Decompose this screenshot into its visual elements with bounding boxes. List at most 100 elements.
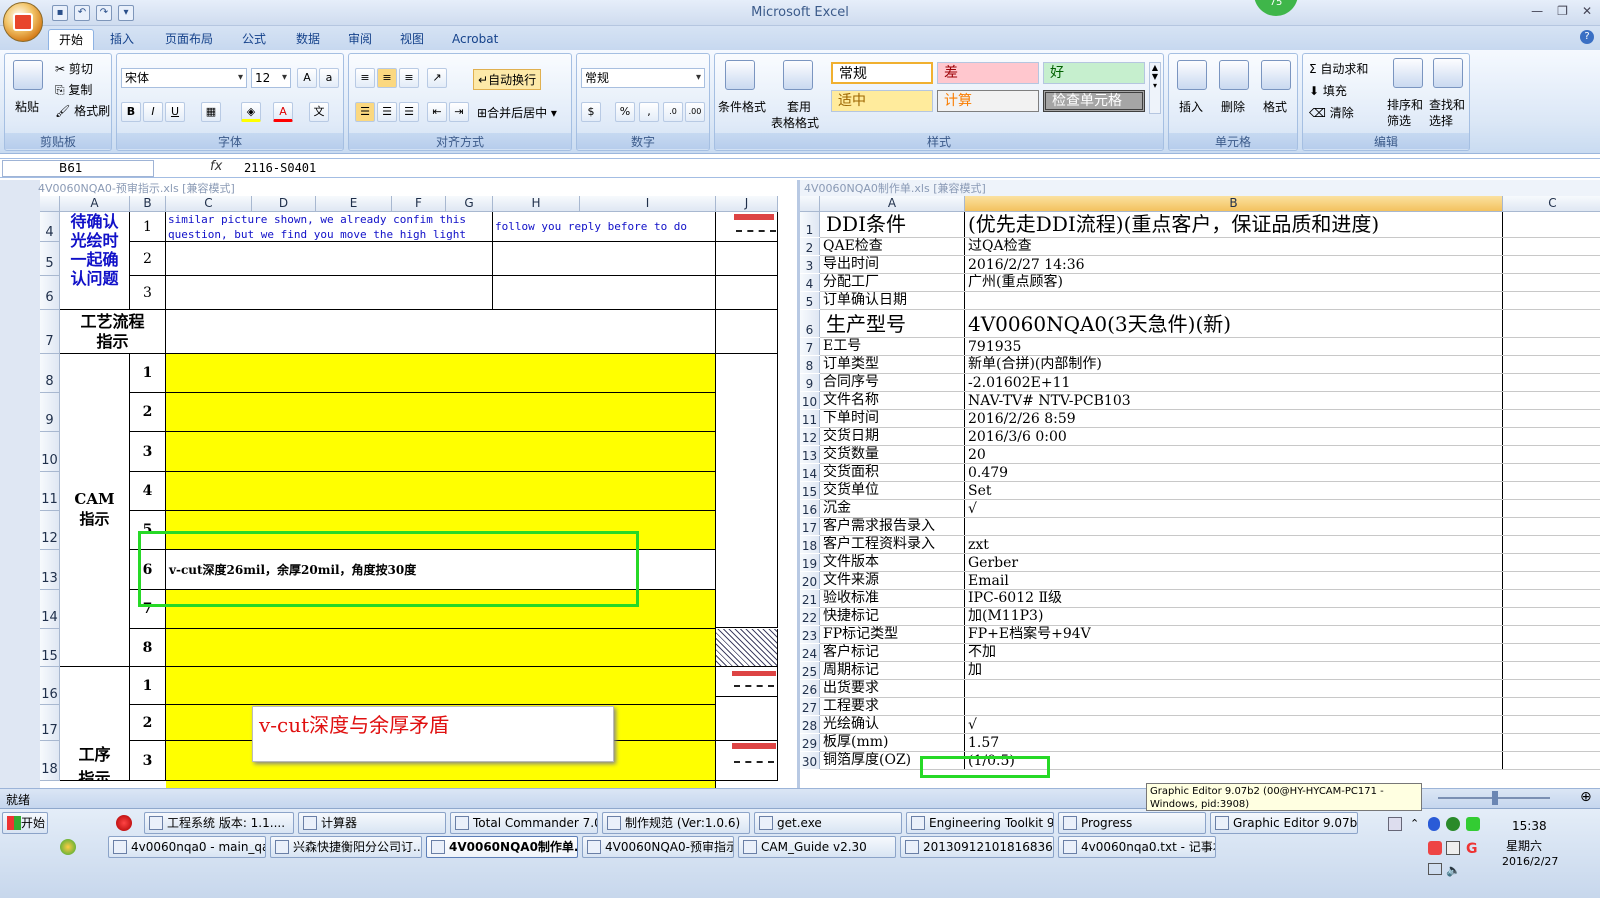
row-header[interactable]: 16 xyxy=(40,667,60,705)
align-top-icon[interactable]: ≡ xyxy=(355,68,375,88)
row-header[interactable]: 17 xyxy=(40,705,60,741)
cell[interactable] xyxy=(1503,410,1600,427)
row-header[interactable]: 22 xyxy=(800,608,820,625)
cell[interactable] xyxy=(1503,292,1600,309)
tab-acrobat[interactable]: Acrobat xyxy=(442,29,508,50)
cell[interactable] xyxy=(1503,608,1600,625)
fill-button[interactable]: ⬇ 填充 xyxy=(1309,82,1347,99)
order-field-value[interactable]: 2016/2/26 8:59 xyxy=(965,410,1503,427)
autosum-button[interactable]: Σ 自动求和 xyxy=(1309,60,1368,77)
cell[interactable] xyxy=(493,242,716,276)
volume-icon[interactable]: 🔈 xyxy=(1446,863,1461,877)
order-field-value[interactable]: 加(M11P3) xyxy=(965,608,1503,625)
style-bad[interactable]: 差 xyxy=(937,62,1039,84)
order-field-value[interactable]: 过QA检查 xyxy=(965,238,1503,255)
cell[interactable] xyxy=(1503,680,1600,697)
row-header[interactable]: 18 xyxy=(800,536,820,553)
tray-expand-icon[interactable]: ⌃ xyxy=(1410,817,1419,830)
increase-indent-icon[interactable]: ⇥ xyxy=(449,102,469,122)
cell[interactable] xyxy=(1503,338,1600,355)
cell[interactable] xyxy=(1503,518,1600,535)
cell[interactable] xyxy=(1503,356,1600,373)
cam-cell[interactable] xyxy=(166,472,716,511)
cell[interactable] xyxy=(1503,310,1600,337)
style-check-cell[interactable]: 检查单元格 xyxy=(1043,90,1145,112)
cell[interactable] xyxy=(1503,536,1600,553)
row-header[interactable]: 27 xyxy=(800,698,820,715)
corner[interactable] xyxy=(800,196,820,212)
delete-cells-icon[interactable] xyxy=(1219,60,1249,90)
order-field-value[interactable]: (优先走DDI流程)(重点客户，保证品质和进度) xyxy=(965,212,1503,237)
number-format-select[interactable]: 常规 xyxy=(581,68,705,88)
bold-button[interactable]: B xyxy=(121,102,141,122)
task-notepad[interactable]: 4v0060nqa0.txt - 记事本 xyxy=(1058,836,1216,858)
tab-review[interactable]: 审阅 xyxy=(338,29,382,50)
order-field-label[interactable]: 订单确认日期 xyxy=(820,292,965,309)
cam-cell[interactable] xyxy=(166,432,716,472)
cell[interactable] xyxy=(1503,428,1600,445)
row-header[interactable]: 25 xyxy=(800,662,820,679)
order-field-value[interactable]: 加 xyxy=(965,662,1503,679)
row-header[interactable]: 1 xyxy=(800,212,820,237)
find-select-icon[interactable] xyxy=(1433,58,1463,88)
zoom-in-icon[interactable]: ⊕ xyxy=(1580,789,1592,805)
row-header[interactable]: 12 xyxy=(40,511,60,550)
task-preview-sheet[interactable]: 4V0060NQA0-预审指示.... xyxy=(582,836,734,858)
task-graphic-editor[interactable]: Graphic Editor 9.07b2 (... xyxy=(1210,812,1358,834)
phonetic-icon[interactable]: 文 xyxy=(309,102,329,122)
row-header[interactable]: 17 xyxy=(800,518,820,535)
order-field-value[interactable]: 2016/3/6 0:00 xyxy=(965,428,1503,445)
row-header[interactable]: 5 xyxy=(800,292,820,309)
col-header[interactable]: D xyxy=(252,196,316,212)
row-header[interactable]: 14 xyxy=(800,464,820,481)
row-header[interactable]: 26 xyxy=(800,680,820,697)
task-engineering-toolkit[interactable]: Engineering Toolkit 9.0... xyxy=(906,812,1054,834)
decrease-decimal-icon[interactable]: .00 xyxy=(685,102,705,122)
order-field-label[interactable]: 验收标准 xyxy=(820,590,965,607)
cell[interactable] xyxy=(1503,464,1600,481)
task-progress[interactable]: Progress xyxy=(1058,812,1206,834)
task-rtf[interactable]: 20130912101816836.rtf... xyxy=(900,836,1054,858)
task-get-exe[interactable]: get.exe xyxy=(754,812,902,834)
task-total-commander[interactable]: Total Commander 7.0 p... xyxy=(450,812,598,834)
security-icon[interactable] xyxy=(1446,817,1460,831)
conditional-format-button[interactable]: 条件格式 xyxy=(718,98,766,115)
decrease-indent-icon[interactable]: ⇤ xyxy=(427,102,447,122)
style-normal[interactable]: 常规 xyxy=(831,62,933,84)
task-order[interactable]: 兴森快捷衡阳分公司订... xyxy=(270,836,422,858)
row-header[interactable]: 7 xyxy=(40,310,60,354)
paste-button[interactable]: 粘贴 xyxy=(15,98,39,115)
order-field-label[interactable]: 合同序号 xyxy=(820,374,965,391)
tray-app-icon[interactable] xyxy=(1428,841,1442,855)
task-order-sheet[interactable]: 4V0060NQA0制作单.x... xyxy=(426,836,578,858)
order-field-label[interactable]: 文件名称 xyxy=(820,392,965,409)
confirm-reply-cell[interactable]: follow you reply before to do xyxy=(493,212,716,242)
display-icon[interactable] xyxy=(1428,863,1442,875)
row-header[interactable]: 24 xyxy=(800,644,820,661)
order-field-label[interactable]: 沉金 xyxy=(820,500,965,517)
help-icon[interactable]: ? xyxy=(1580,30,1594,44)
order-field-label[interactable]: 文件来源 xyxy=(820,572,965,589)
order-field-label[interactable]: 交货面积 xyxy=(820,464,965,481)
order-field-label[interactable]: 订单类型 xyxy=(820,356,965,373)
order-field-value[interactable] xyxy=(965,680,1503,697)
order-field-label[interactable]: 导出时间 xyxy=(820,256,965,273)
row-header[interactable]: 6 xyxy=(800,310,820,337)
cell[interactable] xyxy=(716,276,778,310)
styles-scroll[interactable]: ▲ ▼ ▾ xyxy=(1149,62,1161,114)
cell[interactable] xyxy=(716,212,778,242)
row-header[interactable]: 13 xyxy=(800,446,820,463)
cam-cell[interactable] xyxy=(166,393,716,432)
row-header[interactable]: 29 xyxy=(800,734,820,751)
cell[interactable] xyxy=(1503,554,1600,571)
confirm-question-cell[interactable]: similar picture shown, we already confim… xyxy=(166,212,493,242)
cell[interactable] xyxy=(1503,256,1600,273)
row-header[interactable]: 9 xyxy=(40,393,60,432)
insert-cells-button[interactable]: 插入 xyxy=(1179,98,1203,115)
restore-icon[interactable]: ❐ xyxy=(1557,4,1568,18)
start-button[interactable]: 开始 xyxy=(2,812,48,834)
currency-icon[interactable]: $ xyxy=(581,102,601,122)
order-field-value[interactable]: Set xyxy=(965,482,1503,499)
order-field-label[interactable]: 工程要求 xyxy=(820,698,965,715)
align-right-icon[interactable]: ☰ xyxy=(399,102,419,122)
